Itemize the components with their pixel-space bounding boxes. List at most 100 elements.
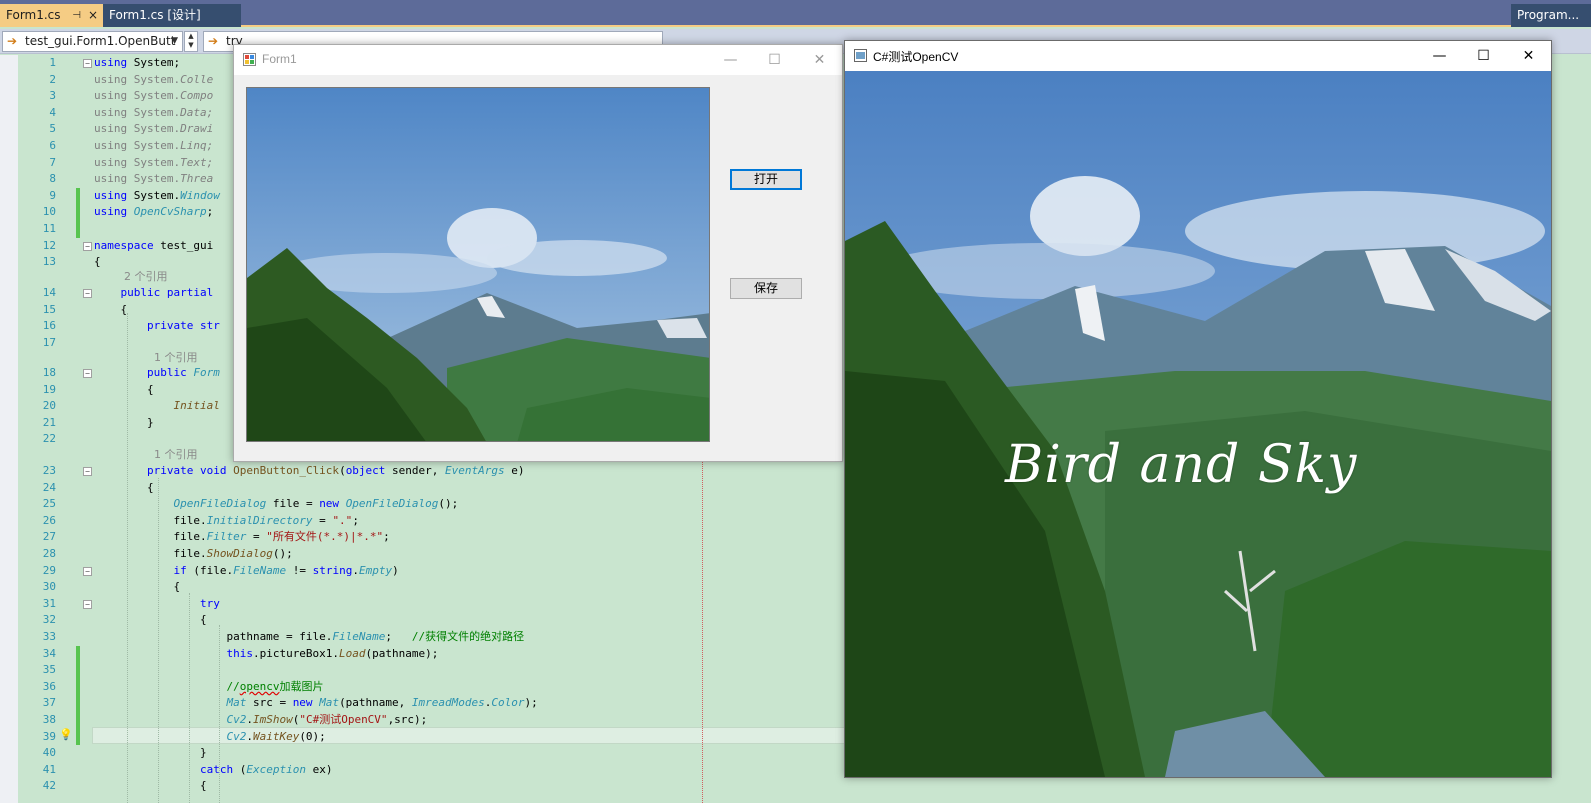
maximize-icon[interactable]: ☐	[1461, 41, 1506, 71]
line-number: 26	[42, 513, 56, 527]
code-text: {	[94, 382, 154, 396]
code-text: namespace test_gui	[94, 238, 214, 252]
line-number: 40	[42, 746, 56, 760]
line-number: 6	[49, 139, 56, 152]
form1-titlebar[interactable]: Form1 — ☐ ✕	[234, 45, 842, 75]
line-number: 24	[42, 480, 56, 494]
class-selector-value: test_gui.Form1.OpenButt	[25, 34, 176, 48]
collapse-icon[interactable]: −	[83, 369, 92, 378]
code-text: using System.Threa	[94, 172, 214, 186]
code-text: using System.Compo	[94, 89, 214, 103]
arrow-right-icon: ➔	[208, 34, 219, 48]
line-number: 39	[42, 729, 56, 743]
line-number: 13	[42, 255, 56, 269]
code-text: //opencv加载图片	[226, 679, 324, 693]
code-text: if (file.FileName != string.Empty)	[173, 563, 399, 577]
line-number: 31	[42, 596, 56, 610]
codelens-references[interactable]: 1 个引用	[154, 446, 198, 462]
opencv-image: Bird and Sky	[845, 71, 1551, 777]
code-line[interactable]: 42 {	[18, 778, 1518, 795]
collapse-icon[interactable]: −	[83, 566, 92, 576]
code-text: this.pictureBox1.Load(pathname);	[226, 646, 439, 660]
editor-margin	[0, 55, 18, 803]
code-text: Cv2.WaitKey(0);	[226, 729, 326, 743]
line-number: 7	[49, 155, 56, 169]
tab-label: Program...	[1517, 8, 1580, 22]
tab-form1-cs[interactable]: Form1.cs ⊣ ×	[0, 4, 103, 27]
line-number: 38	[42, 713, 56, 726]
line-number: 2	[49, 72, 56, 86]
code-text: OpenFileDialog file = new OpenFileDialog…	[173, 497, 459, 511]
line-number: 33	[42, 630, 56, 643]
code-text: file.ShowDialog();	[94, 547, 293, 560]
line-number: 36	[42, 679, 56, 693]
maximize-icon[interactable]: ☐	[752, 45, 797, 75]
pin-icon[interactable]: ⊣	[72, 4, 81, 27]
minimize-icon[interactable]: —	[708, 45, 753, 75]
code-text: using OpenCvSharp;	[94, 205, 214, 219]
line-number: 28	[42, 547, 56, 560]
line-number: 14	[42, 286, 56, 299]
tab-program-cs[interactable]: Program...	[1511, 4, 1591, 27]
code-text: Mat src = new Mat(pathname, ImreadModes.…	[226, 696, 538, 710]
line-number: 11	[42, 222, 56, 235]
line-number: 30	[42, 580, 56, 594]
code-text: private void OpenButton_Click(object sen…	[146, 464, 525, 477]
code-text: }	[94, 746, 207, 760]
code-text: catch (Exception ex)	[199, 762, 333, 776]
close-icon[interactable]: ✕	[797, 45, 842, 75]
collapse-icon[interactable]: −	[83, 59, 92, 68]
class-selector-dropdown[interactable]: ➔ test_gui.Form1.OpenButt ▼	[2, 31, 183, 52]
code-text: Initial	[173, 399, 220, 413]
close-icon[interactable]: ✕	[1506, 41, 1551, 71]
codelens-references[interactable]: 1 个引用	[154, 349, 198, 365]
line-number: 9	[49, 188, 56, 202]
change-marker	[76, 695, 80, 712]
collapse-icon[interactable]: −	[83, 241, 92, 251]
line-number: 4	[49, 105, 56, 119]
mountain-landscape-image	[247, 88, 709, 441]
line-number: 34	[42, 646, 56, 660]
form1-window[interactable]: Form1 — ☐ ✕ 打开 保存	[233, 44, 843, 462]
collapse-icon[interactable]: −	[83, 467, 92, 476]
code-text: }	[94, 415, 154, 429]
line-number: 1	[49, 56, 56, 69]
code-text: public Form	[146, 366, 220, 379]
split-scroll-icon[interactable]: ▲ ▼	[184, 31, 198, 52]
change-marker	[76, 221, 80, 238]
overlay-caption: Bird and Sky	[1005, 435, 1358, 495]
code-text: pathname = file.FileName; //获得文件的绝对路径	[94, 630, 525, 643]
line-number: 12	[42, 238, 56, 252]
opencv-titlebar[interactable]: C#测试OpenCV — ☐ ✕	[845, 41, 1551, 71]
line-number: 22	[42, 432, 56, 446]
code-text: file.InitialDirectory = ".";	[94, 513, 359, 527]
change-marker	[76, 645, 80, 663]
code-text: {	[94, 580, 181, 594]
chevron-down-icon: ▼	[171, 36, 178, 46]
line-number: 16	[42, 319, 56, 333]
code-text: {	[94, 779, 207, 793]
tab-form1-design[interactable]: Form1.cs [设计]	[103, 4, 241, 27]
code-text: using System.Linq;	[94, 139, 214, 152]
close-icon[interactable]: ×	[88, 4, 98, 27]
minimize-icon[interactable]: —	[1417, 41, 1462, 71]
code-text: {	[94, 480, 154, 494]
opencv-window[interactable]: C#测试OpenCV — ☐ ✕ Bird and Sky	[844, 40, 1552, 778]
tab-label: Form1.cs [设计]	[109, 8, 201, 22]
code-text: using System;	[94, 56, 181, 69]
change-marker	[76, 662, 80, 679]
open-button[interactable]: 打开	[730, 169, 802, 190]
code-text: {	[94, 255, 101, 269]
line-number: 25	[42, 497, 56, 511]
collapse-icon[interactable]: −	[83, 289, 92, 298]
tab-label: Form1.cs	[6, 8, 61, 22]
line-number: 23	[42, 464, 56, 477]
save-button[interactable]: 保存	[730, 278, 802, 299]
form1-title: Form1	[262, 52, 297, 66]
line-number: 21	[42, 415, 56, 429]
line-number: 3	[49, 89, 56, 103]
collapse-icon[interactable]: −	[83, 599, 92, 609]
line-number: 19	[42, 382, 56, 396]
line-number: 41	[42, 762, 56, 776]
line-number: 42	[42, 779, 56, 793]
